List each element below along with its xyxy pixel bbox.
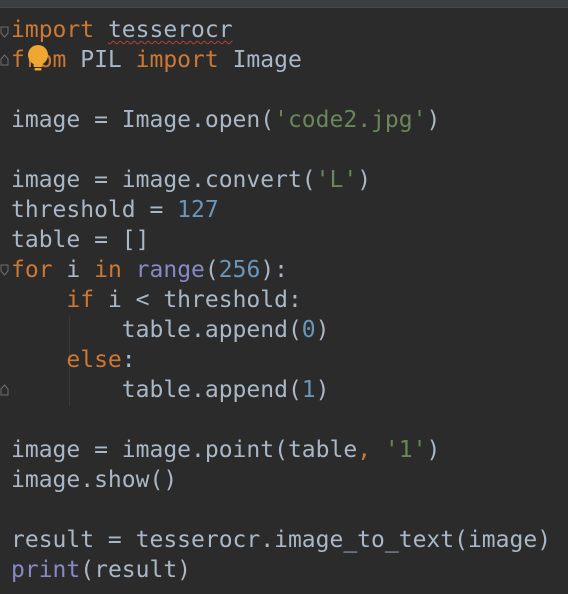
code-token: for — [11, 257, 53, 283]
code-token: i < threshold: — [94, 287, 302, 313]
code-token: ) — [426, 437, 441, 463]
code-editor[interactable]: import tesserocrfrom PIL import Image im… — [0, 0, 568, 594]
code-token: '1' — [384, 437, 427, 463]
code-token: ) — [426, 107, 441, 133]
code-token: image = image.convert( — [11, 167, 316, 193]
code-token: i — [52, 257, 95, 283]
code-token: ) — [315, 317, 330, 343]
lightbulb-icon[interactable] — [26, 44, 50, 72]
fold-marker-icon[interactable] — [0, 384, 9, 396]
code-line[interactable]: image = Image.open('code2.jpg') — [11, 105, 567, 135]
code-token: else — [66, 347, 122, 373]
code-token: 1 — [301, 377, 316, 403]
code-token: threshold = — [11, 197, 178, 223]
code-line[interactable] — [11, 135, 567, 165]
code-line[interactable]: table.append(1) — [11, 375, 567, 405]
code-token: range — [135, 257, 205, 283]
code-token: ( — [204, 257, 219, 283]
code-token: 127 — [177, 197, 219, 223]
code-line[interactable]: result = tesserocr.image_to_text(image) — [11, 525, 567, 555]
code-token: table.append( — [11, 317, 302, 343]
code-line[interactable]: print(result) — [11, 555, 567, 585]
code-line[interactable]: table.append(0) — [11, 315, 567, 345]
editor-gutter — [0, 8, 10, 594]
code-line[interactable] — [11, 495, 567, 525]
code-token: table.append( — [11, 377, 302, 403]
code-line[interactable]: image = image.point(table, '1') — [11, 435, 567, 465]
code-token: 'L' — [315, 167, 358, 193]
code-token: print — [11, 557, 81, 583]
code-line[interactable]: from PIL import Image — [11, 45, 567, 75]
code-token: if — [66, 287, 95, 313]
code-token: PIL — [66, 47, 136, 73]
code-token: import — [135, 47, 219, 73]
code-token: 'code2.jpg' — [274, 107, 427, 133]
code-line[interactable]: threshold = 127 — [11, 195, 567, 225]
code-line[interactable]: for i in range(256): — [11, 255, 567, 285]
code-line[interactable]: if i < threshold: — [11, 285, 567, 315]
code-token: 0 — [301, 317, 316, 343]
code-token: in — [94, 257, 122, 283]
code-token: ) — [357, 167, 372, 193]
code-token: Image — [218, 47, 302, 73]
code-line[interactable] — [11, 75, 567, 105]
code-token: image.show() — [11, 467, 178, 493]
code-token: (result) — [80, 557, 192, 583]
code-line[interactable]: else: — [11, 345, 567, 375]
code-token: , — [357, 437, 372, 463]
code-line[interactable]: table = [] — [11, 225, 567, 255]
code-line[interactable]: image = image.convert('L') — [11, 165, 567, 195]
code-token: : — [121, 347, 136, 373]
code-line[interactable] — [11, 405, 567, 435]
code-token: ): — [260, 257, 289, 283]
code-line[interactable]: import tesserocr — [11, 15, 567, 45]
code-token: ) — [315, 377, 330, 403]
fold-marker-icon[interactable] — [0, 54, 9, 66]
code-token: table = [] — [11, 227, 150, 253]
code-token: tesserocr — [107, 17, 233, 43]
code-token: 256 — [218, 257, 261, 283]
fold-marker-icon[interactable] — [0, 26, 9, 38]
editor-tab-strip — [0, 0, 568, 8]
code-area[interactable]: import tesserocrfrom PIL import Image im… — [11, 15, 567, 585]
code-token: image = image.point(table — [11, 437, 358, 463]
fold-marker-icon[interactable] — [0, 264, 9, 276]
code-token: result = tesserocr.image_to_text(image) — [11, 527, 552, 553]
code-line[interactable]: image.show() — [11, 465, 567, 495]
code-token: import — [11, 17, 95, 43]
code-token: image = Image.open( — [11, 107, 275, 133]
